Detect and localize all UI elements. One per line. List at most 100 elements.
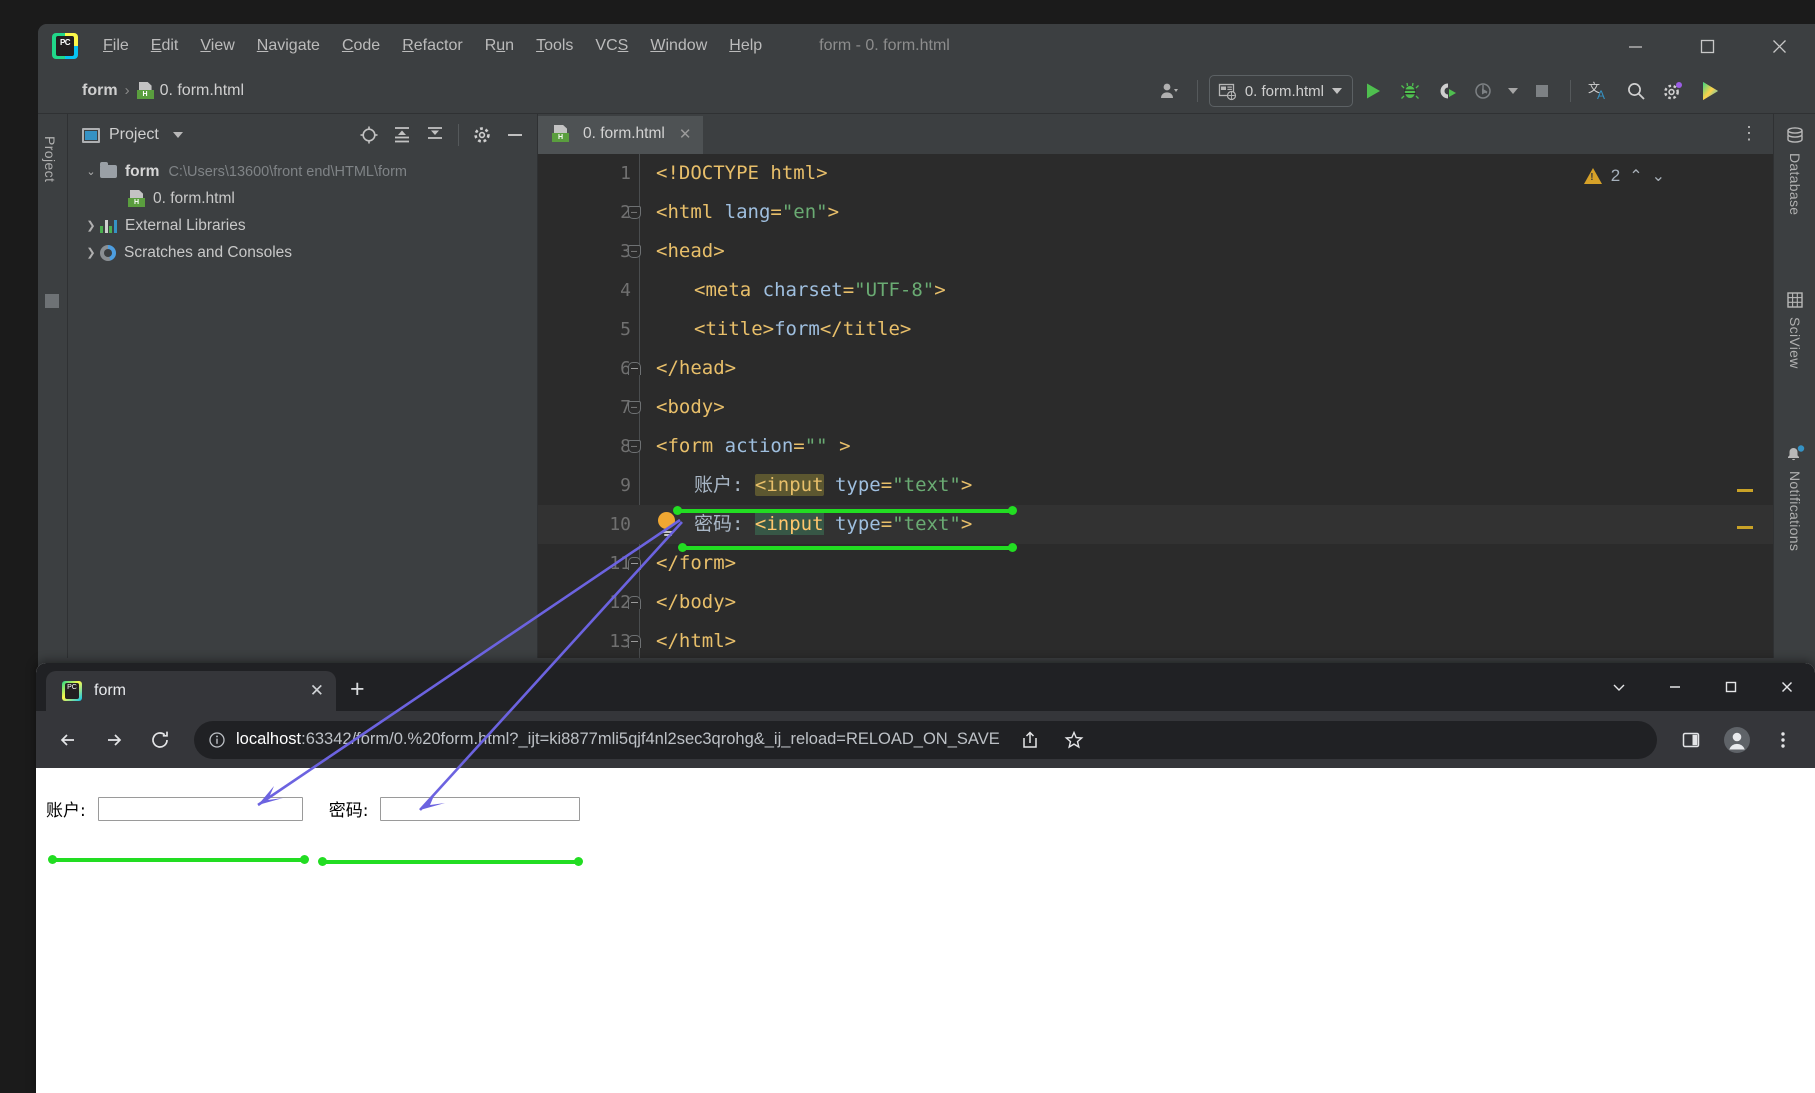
chevron-down-icon[interactable]: ⌄ — [1652, 166, 1665, 186]
breadcrumb-file[interactable]: 0. form.html — [160, 82, 244, 100]
collapse-button[interactable] — [1591, 663, 1647, 711]
menu-item-window[interactable]: Window — [639, 33, 718, 59]
code-area[interactable]: 1 <!DOCTYPE html> 2– <html lang="en"> 3– <hea… — [538, 154, 1773, 658]
tree-node[interactable]: H 0. form.html — [68, 185, 537, 212]
tree-node[interactable]: ❯ Scratches and Consoles — [68, 239, 537, 266]
menu-item-code[interactable]: Code — [331, 33, 391, 59]
fold-collapse-icon[interactable]: – — [626, 388, 642, 427]
chevron-up-icon[interactable]: ⌃ — [1629, 166, 1642, 186]
fold-end-icon[interactable] — [626, 544, 642, 583]
settings-gear-icon[interactable] — [468, 121, 496, 149]
menu-item-file[interactable]: File — [92, 33, 140, 59]
intention-bulb-icon[interactable] — [658, 512, 677, 537]
code-line[interactable]: 6 </head> — [538, 349, 1773, 388]
run-configuration-selector[interactable]: 0. form.html — [1208, 75, 1353, 107]
account-input[interactable] — [97, 796, 303, 821]
stop-button[interactable] — [1525, 74, 1559, 108]
code-line[interactable]: 13 </html> — [538, 622, 1773, 658]
error-stripe-marker-bar[interactable] — [1729, 154, 1757, 658]
stripe-marker[interactable] — [1737, 526, 1753, 529]
side-panel-icon[interactable] — [1671, 720, 1711, 760]
close-button[interactable] — [1743, 24, 1815, 68]
fold-end-icon[interactable] — [626, 583, 642, 622]
editor-tab-form-html[interactable]: H 0. form.html ✕ — [538, 116, 704, 154]
account-icon[interactable] — [1152, 74, 1186, 108]
forward-button[interactable] — [94, 720, 134, 760]
editor-options-icon[interactable]: ⋮ — [1740, 123, 1759, 144]
chevron-down-icon[interactable] — [1332, 88, 1342, 94]
line-gutter[interactable]: 4 — [538, 271, 643, 310]
settings-gear-icon[interactable] — [1656, 74, 1690, 108]
menu-item-run[interactable]: Run — [474, 33, 525, 59]
translate-icon[interactable]: 文 A — [1582, 74, 1616, 108]
stripe-marker[interactable] — [1737, 489, 1753, 492]
run-with-coverage-button[interactable] — [1430, 74, 1464, 108]
search-icon[interactable] — [1619, 74, 1653, 108]
project-panel-title[interactable]: Project — [109, 126, 159, 144]
three-dot-menu-icon[interactable] — [1763, 720, 1803, 760]
close-button[interactable] — [1759, 663, 1815, 711]
code-line[interactable]: 7– <body> — [538, 388, 1773, 427]
fold-collapse-icon[interactable]: – — [626, 232, 642, 271]
maximize-button[interactable] — [1703, 663, 1759, 711]
menu-item-navigate[interactable]: Navigate — [246, 33, 331, 59]
structure-tool-icon[interactable] — [45, 294, 59, 308]
select-opened-file-icon[interactable] — [355, 121, 383, 149]
hide-panel-icon[interactable] — [501, 121, 529, 149]
code-line[interactable]: 8– <form action="" > — [538, 427, 1773, 466]
tree-node[interactable]: ⌄ form C:\Users\13600\front end\HTML\form — [68, 158, 537, 185]
run-button[interactable] — [1356, 74, 1390, 108]
menu-item-vcs[interactable]: VCS — [584, 33, 639, 59]
back-button[interactable] — [48, 720, 88, 760]
chevron-down-icon[interactable]: ⌄ — [82, 165, 100, 178]
share-icon[interactable] — [1010, 720, 1050, 760]
code-line[interactable]: 2– <html lang="en"> — [538, 193, 1773, 232]
tool-window-notifications[interactable]: Notifications — [1774, 444, 1815, 551]
menu-item-view[interactable]: View — [189, 33, 245, 59]
close-icon[interactable]: ✕ — [310, 681, 324, 701]
line-gutter[interactable]: 1 — [538, 154, 643, 193]
tool-window-sciview[interactable]: SciView — [1774, 290, 1815, 369]
minimize-button[interactable] — [1647, 663, 1703, 711]
browser-tab[interactable]: PC form ✕ — [46, 671, 336, 711]
chevron-down-icon[interactable] — [172, 132, 183, 138]
bookmark-star-icon[interactable] — [1054, 720, 1094, 760]
line-gutter[interactable]: 10 — [538, 505, 643, 544]
code-line[interactable]: 4 <meta charset="UTF-8"> — [538, 271, 1773, 310]
breadcrumb-project[interactable]: form — [82, 82, 118, 100]
password-input[interactable] — [380, 796, 581, 821]
minimize-button[interactable] — [1599, 24, 1671, 68]
fold-end-icon[interactable] — [626, 622, 642, 658]
code-line[interactable]: 5 <title>form</title> — [538, 310, 1773, 349]
code-line[interactable]: 12 </body> — [538, 583, 1773, 622]
collapse-all-icon[interactable] — [421, 121, 449, 149]
ide-feature-icon[interactable] — [1693, 74, 1727, 108]
line-gutter[interactable]: 9 — [538, 466, 643, 505]
code-line[interactable]: 9 账户: <input type="text"> — [538, 466, 1773, 505]
fold-collapse-icon[interactable]: – — [626, 427, 642, 466]
menu-item-tools[interactable]: Tools — [525, 33, 584, 59]
fold-end-icon[interactable] — [626, 349, 642, 388]
tool-window-database[interactable]: Database — [1774, 126, 1815, 215]
chevron-right-icon[interactable]: ❯ — [82, 219, 100, 232]
profile-dropdown-icon[interactable] — [1504, 74, 1522, 108]
maximize-button[interactable] — [1671, 24, 1743, 68]
close-icon[interactable]: ✕ — [679, 125, 692, 143]
profile-avatar-icon[interactable] — [1717, 720, 1757, 760]
chevron-right-icon[interactable]: ❯ — [82, 246, 100, 259]
menu-item-help[interactable]: Help — [718, 33, 773, 59]
tool-window-project-label[interactable]: Project — [42, 136, 58, 182]
code-line[interactable]: 3– <head> — [538, 232, 1773, 271]
menu-item-refactor[interactable]: Refactor — [391, 33, 473, 59]
new-tab-button[interactable]: + — [350, 677, 365, 702]
line-gutter[interactable]: 5 — [538, 310, 643, 349]
debug-button[interactable] — [1393, 74, 1427, 108]
address-bar[interactable]: localhost:63342/form/0.%20form.html?_ijt… — [194, 720, 1657, 760]
inspection-widget[interactable]: 2 ⌃ ⌄ — [1583, 166, 1665, 186]
profile-button[interactable] — [1467, 74, 1501, 108]
reload-button[interactable] — [140, 720, 180, 760]
fold-collapse-icon[interactable]: – — [626, 193, 642, 232]
expand-all-icon[interactable] — [388, 121, 416, 149]
menu-item-edit[interactable]: Edit — [140, 33, 190, 59]
tree-node[interactable]: ❯ External Libraries — [68, 212, 537, 239]
